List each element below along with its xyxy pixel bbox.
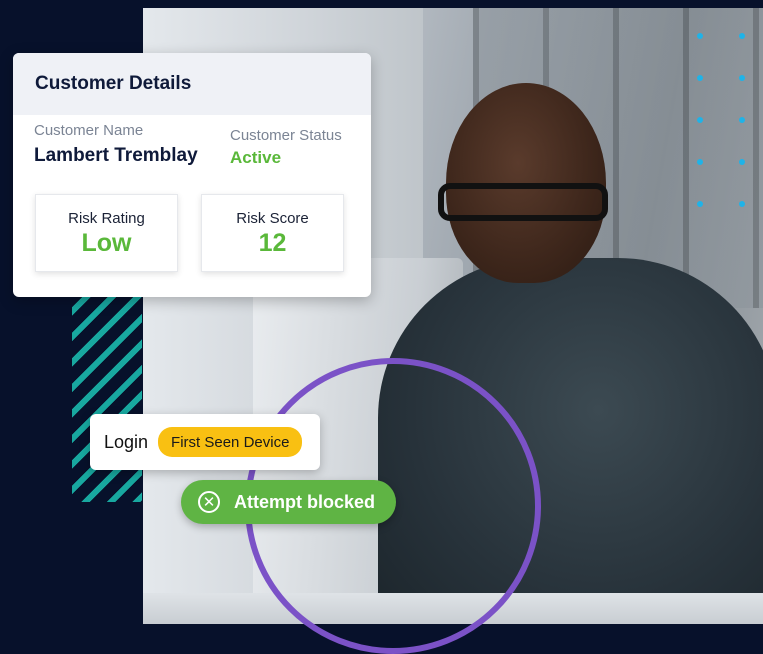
risk-score-label: Risk Score bbox=[236, 210, 309, 227]
login-event-card: Login First Seen Device bbox=[90, 414, 320, 470]
customer-status-label: Customer Status bbox=[230, 127, 342, 144]
customer-name-value: Lambert Tremblay bbox=[34, 145, 198, 166]
login-label: Login bbox=[104, 431, 149, 452]
risk-score-value: 12 bbox=[258, 229, 287, 257]
close-circle-icon: ✕ bbox=[198, 491, 220, 513]
risk-rating-tile: Risk Rating Low bbox=[35, 194, 178, 272]
customer-status-value: Active bbox=[230, 148, 282, 167]
card-title: Customer Details bbox=[35, 73, 192, 94]
attempt-blocked-alert: ✕ Attempt blocked bbox=[181, 480, 396, 524]
card-header: Customer Details bbox=[13, 53, 371, 115]
risk-score-tile: Risk Score 12 bbox=[201, 194, 344, 272]
customer-details-card: Customer Details Customer Name Lambert T… bbox=[13, 53, 371, 297]
decorative-dot-grid bbox=[697, 33, 757, 213]
attempt-blocked-text: Attempt blocked bbox=[234, 491, 376, 512]
customer-name-label: Customer Name bbox=[34, 122, 144, 139]
photo-glasses bbox=[438, 183, 608, 221]
risk-rating-value: Low bbox=[81, 229, 132, 257]
first-seen-device-badge: First Seen Device bbox=[158, 427, 303, 457]
risk-rating-label: Risk Rating bbox=[68, 210, 145, 227]
